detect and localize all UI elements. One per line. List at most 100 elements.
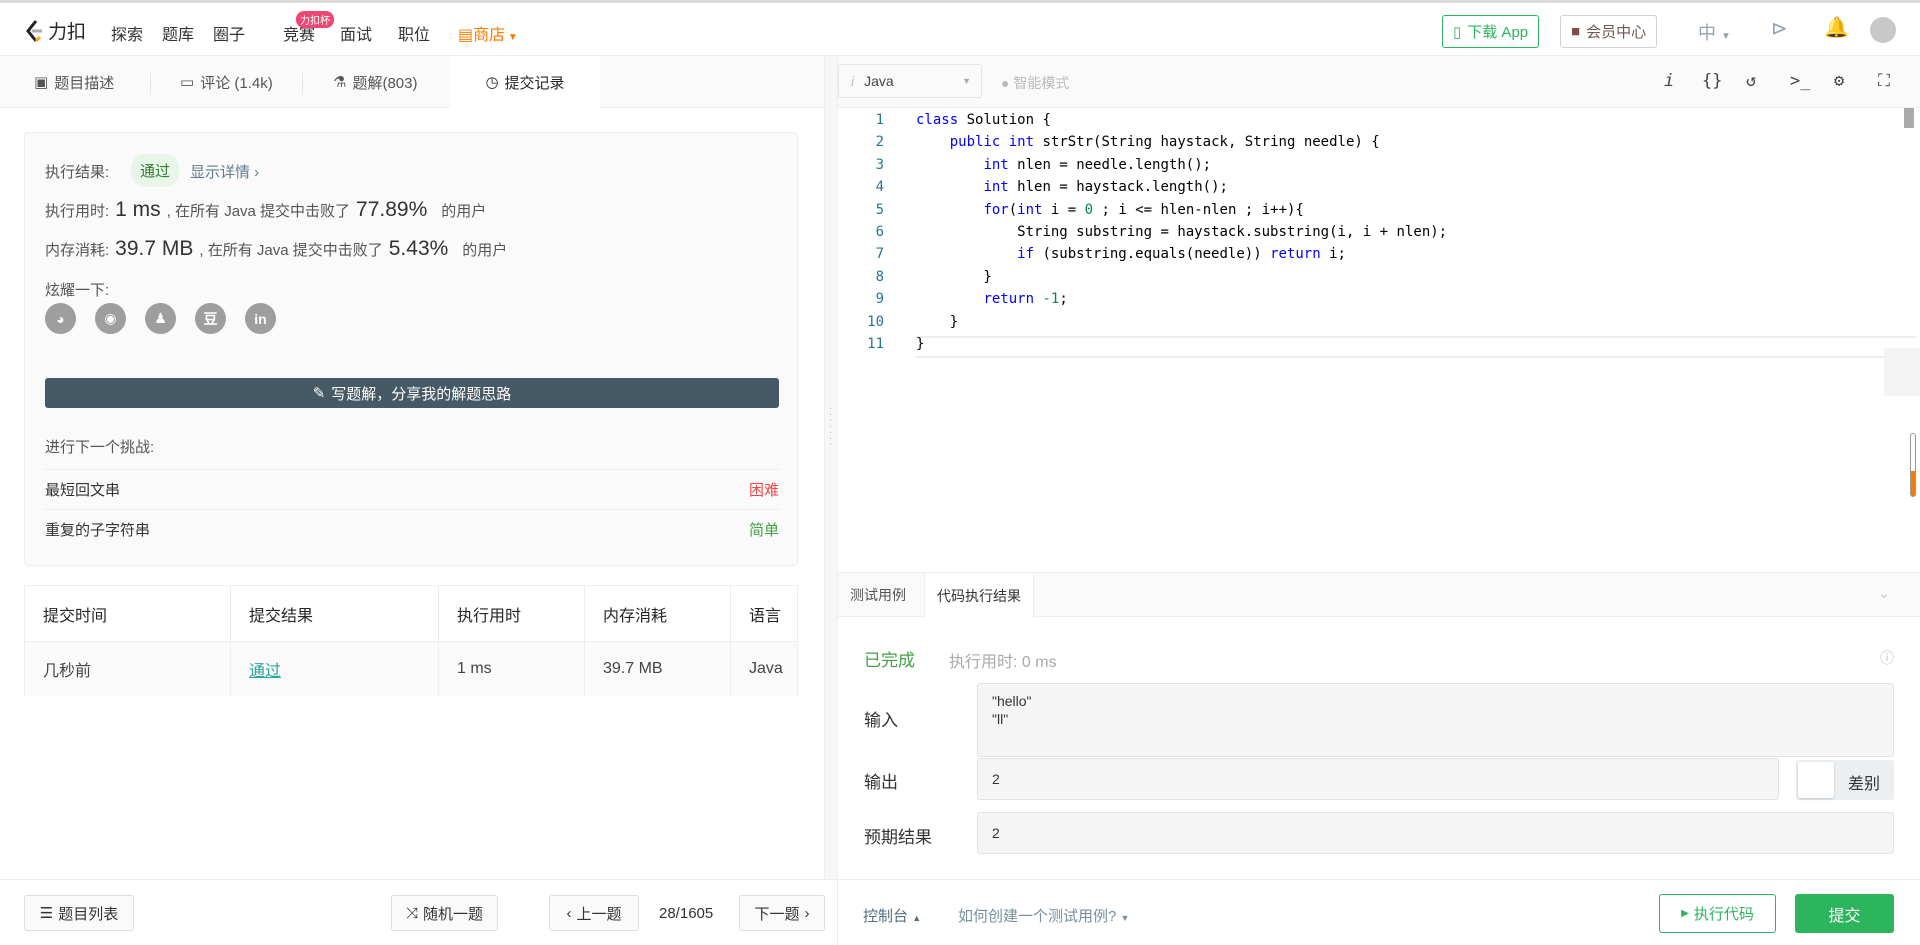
prev-problem-button[interactable]: ‹ 上一题 <box>549 895 639 931</box>
language-select[interactable]: i Java ▼ <box>838 64 982 98</box>
leetcode-logo-icon <box>26 19 42 42</box>
table-header: 提交结果 <box>231 586 439 641</box>
next-problem-item[interactable]: 重复的子字符串 简单 <box>45 509 779 549</box>
code-line: return -1; <box>983 291 1068 307</box>
divider <box>302 73 303 93</box>
howto-testcase-link[interactable]: 如何创建一个测试用例? ▼ <box>958 905 1129 926</box>
write-solution-button[interactable]: ✎ 写题解，分享我的解题思路 <box>45 378 779 408</box>
weibo-icon[interactable]: ◉ <box>95 303 126 334</box>
wechat-icon[interactable]: ◕ <box>45 303 76 334</box>
language-switch[interactable]: 中 ▼ <box>1698 19 1731 45</box>
show-details-link[interactable]: 显示详情 › <box>190 161 259 182</box>
input-box: "hello" "ll" <box>977 683 1894 757</box>
line-number: 4 <box>875 179 884 195</box>
bell-icon[interactable]: 🔔 <box>1824 15 1849 40</box>
tab-testcase[interactable]: 测试用例 <box>838 573 918 617</box>
info-icon[interactable]: i <box>1664 71 1674 91</box>
code-line: int nlen = needle.length(); <box>983 157 1212 173</box>
nav-problems[interactable]: 题库 <box>162 21 194 45</box>
share-label: 炫耀一下: <box>45 282 110 299</box>
shuffle-icon: ⤨ <box>405 904 418 922</box>
divider <box>837 880 838 945</box>
tab-submissions[interactable]: ◷ 提交记录 <box>450 56 600 109</box>
nav-store[interactable]: ▤商店 ▼ <box>458 21 518 45</box>
caret-up-icon: ▲ <box>912 913 922 923</box>
output-box: 2 <box>977 758 1779 800</box>
nav-jobs[interactable]: 职位 <box>398 21 430 45</box>
table-cell: 1 ms <box>439 641 585 696</box>
phone-icon: ▯ <box>1453 23 1462 41</box>
nav-interview[interactable]: 面试 <box>340 21 372 45</box>
next-problem-button[interactable]: 下一题 › <box>739 895 825 931</box>
page-indicator: 28/1605 <box>659 905 714 922</box>
diff-toggle[interactable]: 差别 <box>1796 760 1894 800</box>
tab-solutions[interactable]: ⚗ 题解(803) <box>333 56 417 108</box>
code-line: } <box>916 336 925 352</box>
contest-badge: 力扣杯 <box>296 11 334 28</box>
submission-result-card: 执行结果: 通过 显示详情 › 执行用时: 1 ms , 在所有 Java 提交… <box>24 132 798 566</box>
divider <box>150 73 151 93</box>
reset-icon[interactable]: ↺ <box>1746 71 1756 91</box>
download-app-button[interactable]: ▯ 下载 App <box>1442 15 1540 48</box>
clipboard-icon[interactable] <box>1884 348 1920 396</box>
nav-explore[interactable]: 探索 <box>111 21 143 45</box>
line-number: 8 <box>875 269 884 285</box>
line-number: 7 <box>875 246 884 262</box>
scroll-indicator[interactable] <box>1910 433 1916 497</box>
submit-button[interactable]: 提交 <box>1795 894 1894 933</box>
fullscreen-icon[interactable]: ⛶ <box>1878 71 1890 91</box>
terminal-icon[interactable]: >_ <box>1790 71 1810 91</box>
random-problem-button[interactable]: ⤨ 随机一题 <box>391 895 498 931</box>
tab-run-result[interactable]: 代码执行结果 <box>924 573 1034 618</box>
chevron-left-icon: ‹ <box>566 904 572 922</box>
linkedin-icon[interactable]: in <box>245 303 276 334</box>
qq-icon[interactable]: ♟ <box>145 303 176 334</box>
info-icon: i <box>851 73 855 89</box>
memory-stat: 内存消耗: 39.7 MB , 在所有 Java 提交中击败了 5.43% 的用… <box>45 237 508 260</box>
avatar[interactable] <box>1870 17 1896 43</box>
bottom-bar: ☰ 题目列表 ⤨ 随机一题 ‹ 上一题 28/1605 下一题 › 控制台 ▲ 如何创建… <box>0 879 1920 945</box>
console-toggle[interactable]: 控制台 ▲ <box>863 905 921 926</box>
smart-mode-toggle[interactable]: ● 智能模式 <box>1001 73 1069 93</box>
table-header: 内存消耗 <box>585 586 731 641</box>
tab-comments[interactable]: ▭ 评论 (1.4k) <box>180 56 273 108</box>
run-status: 已完成 <box>864 651 915 670</box>
tab-description[interactable]: ▣ 题目描述 <box>34 56 114 108</box>
code-line: for(int i = 0 ; i <= hlen-nlen ; i++){ <box>983 202 1304 218</box>
panel-resize-handle[interactable]: · · · · · · · <box>824 56 838 879</box>
run-code-button[interactable]: ▶ 执行代码 <box>1659 894 1776 933</box>
expected-box: 2 <box>977 812 1894 854</box>
playground-icon[interactable]: ⊳ <box>1771 16 1788 41</box>
problem-list-button[interactable]: ☰ 题目列表 <box>24 895 134 931</box>
runtime-stat: 执行用时: 1 ms , 在所有 Java 提交中击败了 77.89% 的用户 <box>45 198 487 221</box>
nav-circle[interactable]: 圈子 <box>213 21 245 45</box>
vip-center-button[interactable]: ■ 会员中心 <box>1560 15 1658 48</box>
logo[interactable]: 力扣 <box>24 17 86 44</box>
help-icon[interactable]: ⓘ <box>1880 648 1894 668</box>
table-cell: 几秒前 <box>25 641 231 696</box>
clock-icon: ◷ <box>485 74 499 91</box>
next-problem-item[interactable]: 最短回文串 困难 <box>45 469 779 509</box>
status-badge: 通过 <box>131 154 180 187</box>
table-cell: 39.7 MB <box>585 641 731 696</box>
settings-icon[interactable]: ⚙ <box>1834 71 1844 91</box>
line-number: 3 <box>875 157 884 173</box>
submission-result-link[interactable]: 通过 <box>231 641 439 696</box>
code-editor[interactable]: 1 2 3 4 5 6 7 8 9 10 11 class Solution {… <box>838 108 1920 571</box>
chevron-down-icon[interactable]: ⌄ <box>1878 585 1890 602</box>
line-number: 6 <box>875 224 884 240</box>
store-icon: ▤ <box>458 27 474 44</box>
input-label: 输入 <box>864 711 898 730</box>
douban-icon[interactable]: 豆 <box>195 303 226 334</box>
scrollbar[interactable] <box>1904 108 1914 128</box>
code-line: } <box>916 314 959 330</box>
chevron-right-icon: › <box>804 904 810 922</box>
vip-icon: ■ <box>1571 23 1581 40</box>
format-braces-icon[interactable]: {} <box>1702 71 1722 91</box>
caret-down-icon: ▼ <box>1721 31 1731 42</box>
caret-down-icon: ▼ <box>505 32 518 43</box>
line-number: 9 <box>875 291 884 307</box>
code-line: if (substring.equals(needle)) return i; <box>1017 246 1346 262</box>
line-number: 2 <box>875 134 884 150</box>
line-number: 1 <box>875 112 884 128</box>
